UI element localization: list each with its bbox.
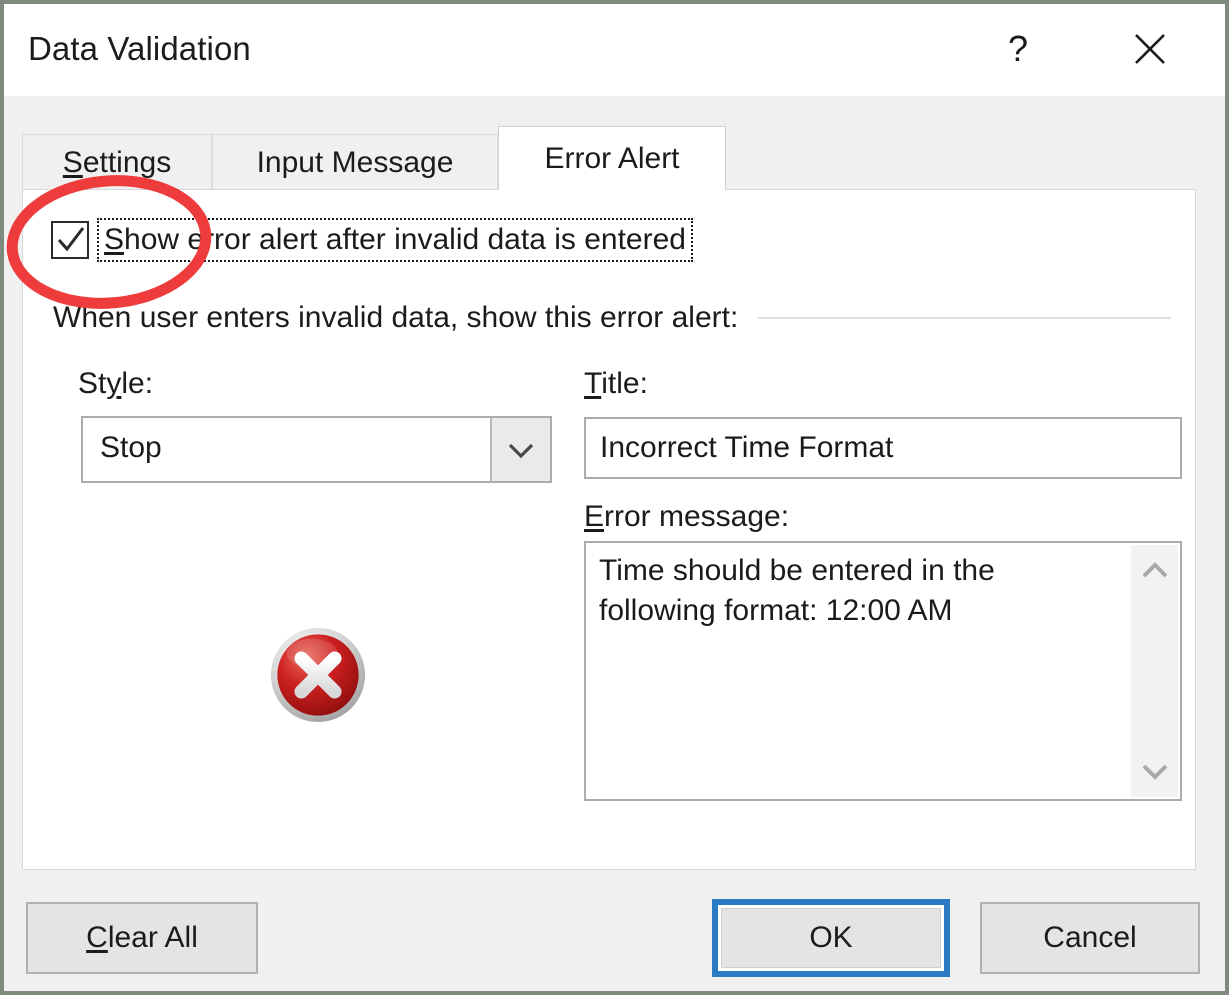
help-question-mark-icon: ? [1007, 28, 1029, 69]
scroll-up-icon[interactable] [1131, 551, 1178, 591]
tab-error-alert[interactable]: Error Alert [498, 126, 726, 190]
show-error-alert-focus-rect: Show error alert after invalid data is e… [97, 218, 693, 262]
group-caption: When user enters invalid data, show this… [53, 301, 739, 334]
tab-input-message-label: Input Message [256, 145, 454, 179]
data-validation-dialog: Data Validation ? Settings Input Message… [0, 0, 1229, 995]
chevron-down-icon[interactable] [490, 418, 550, 481]
title-input[interactable] [584, 417, 1182, 479]
chevron-up-glyph [1142, 562, 1167, 578]
ok-button-focus-ring: OK [712, 899, 950, 977]
checkmark-icon [57, 227, 85, 252]
close-x-glyph [1135, 34, 1165, 64]
tab-input-message[interactable]: Input Message [212, 134, 498, 190]
error-message-label: Error message: [584, 500, 790, 533]
cancel-button[interactable]: Cancel [980, 902, 1200, 974]
group-caption-row: When user enters invalid data, show this… [53, 298, 1171, 338]
scroll-down-icon[interactable] [1131, 751, 1178, 791]
ok-button[interactable]: OK [721, 908, 941, 968]
show-error-alert-label: Show error alert after invalid data is e… [104, 223, 686, 256]
clear-all-label: Clear All [86, 921, 198, 954]
chevron-down-glyph [1142, 764, 1167, 780]
group-separator-line [758, 317, 1171, 319]
show-error-alert-checkbox[interactable] [51, 221, 89, 259]
title-field-label: Title: [584, 367, 648, 400]
tab-error-alert-label: Error Alert [544, 141, 680, 175]
stop-error-icon [270, 627, 366, 723]
error-message-text: Time should be entered in the following … [599, 554, 1004, 627]
tab-settings-label: Settings [62, 145, 172, 179]
help-icon[interactable]: ? [986, 18, 1050, 80]
chevron-down-glyph [508, 443, 534, 458]
clear-all-button[interactable]: Clear All [26, 902, 258, 974]
style-label: Style: [78, 367, 154, 400]
style-dropdown[interactable]: Stop [81, 416, 552, 483]
dialog-title: Data Validation [28, 30, 251, 67]
style-selected-value: Stop [100, 431, 162, 464]
close-icon[interactable] [1118, 18, 1182, 80]
title-bar: Data Validation ? [4, 4, 1225, 96]
show-error-alert-row[interactable]: Show error alert after invalid data is e… [51, 217, 693, 263]
error-message-textarea[interactable]: Time should be entered in the following … [584, 541, 1182, 801]
tab-settings[interactable]: Settings [22, 134, 212, 190]
error-message-scrollbar[interactable] [1131, 545, 1178, 797]
tab-strip: Settings Input Message Error Alert [22, 126, 1196, 190]
